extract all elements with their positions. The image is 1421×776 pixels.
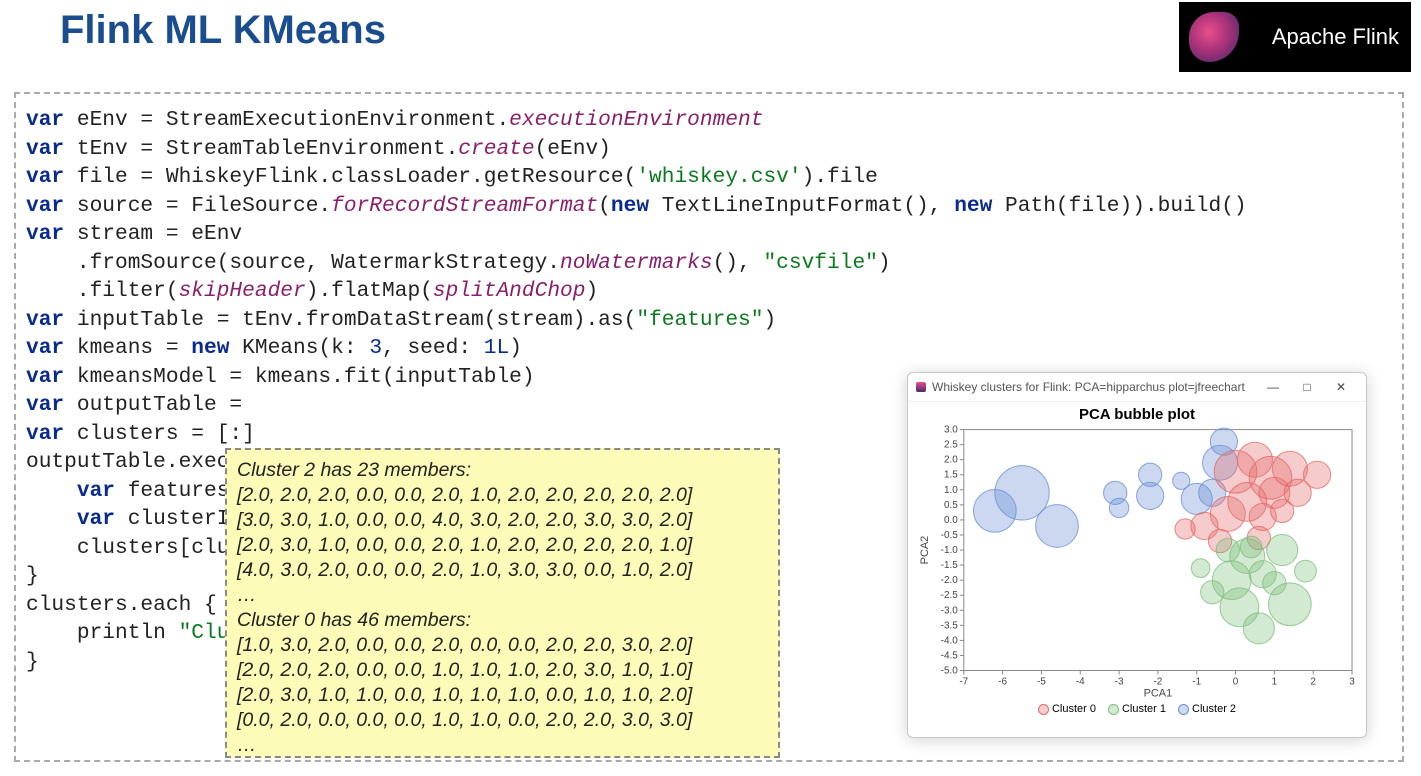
chart-title: PCA bubble plot	[908, 402, 1366, 423]
svg-text:-3.5: -3.5	[941, 620, 959, 631]
svg-text:-6: -6	[998, 676, 1007, 687]
flink-logo-label: Apache Flink	[1272, 24, 1399, 50]
svg-text:3: 3	[1349, 676, 1355, 687]
chart-titlebar: Whiskey clusters for Flink: PCA=hipparch…	[908, 373, 1366, 402]
svg-text:-4.5: -4.5	[941, 650, 959, 661]
svg-text:-7: -7	[959, 676, 968, 687]
svg-text:3.0: 3.0	[944, 425, 958, 436]
svg-text:PCA2: PCA2	[919, 536, 931, 565]
svg-text:-5: -5	[1037, 676, 1046, 687]
svg-text:0.0: 0.0	[944, 515, 958, 526]
svg-text:1.0: 1.0	[944, 485, 958, 496]
svg-text:-1: -1	[1192, 676, 1201, 687]
chart-window-title: Whiskey clusters for Flink: PCA=hipparch…	[932, 380, 1256, 394]
svg-text:2: 2	[1310, 676, 1316, 687]
window-maximize-button[interactable]: □	[1290, 380, 1324, 394]
svg-text:1: 1	[1272, 676, 1278, 687]
svg-text:-3.0: -3.0	[941, 605, 959, 616]
svg-text:PCA1: PCA1	[1144, 687, 1173, 699]
page-title: Flink ML KMeans	[60, 8, 386, 53]
svg-text:-1.5: -1.5	[941, 560, 959, 571]
flink-squirrel-icon	[1189, 12, 1239, 62]
svg-text:-2.0: -2.0	[941, 575, 959, 586]
chart-legend: Cluster 0Cluster 1Cluster 2	[908, 701, 1366, 715]
window-minimize-button[interactable]: —	[1256, 380, 1290, 394]
svg-text:0: 0	[1233, 676, 1239, 687]
svg-text:-4: -4	[1076, 676, 1085, 687]
svg-text:-5.0: -5.0	[941, 666, 959, 677]
svg-text:-1.0: -1.0	[941, 545, 959, 556]
svg-text:2.5: 2.5	[944, 440, 958, 451]
java-app-icon	[916, 382, 926, 392]
svg-text:2.0: 2.0	[944, 455, 958, 466]
svg-text:1.5: 1.5	[944, 470, 958, 481]
svg-text:-2.5: -2.5	[941, 590, 959, 601]
svg-text:-2: -2	[1153, 676, 1162, 687]
pca-bubble-plot: -7 -6 -5 -4 -3 -2 -1 0 1 2 3 -5.0 -4.5 -4.0 -3.5 -3.0 -2…	[916, 425, 1358, 701]
svg-text:0.5: 0.5	[944, 500, 958, 511]
cluster-output-tooltip: Cluster 2 has 23 members:[2.0, 2.0, 2.0,…	[225, 448, 780, 758]
chart-plot-area: -7 -6 -5 -4 -3 -2 -1 0 1 2 3 -5.0 -4.5 -4.0 -3.5 -3.0 -2…	[916, 425, 1358, 701]
window-close-button[interactable]: ✕	[1324, 380, 1358, 394]
svg-text:-0.5: -0.5	[941, 530, 959, 541]
apache-flink-logo: Apache Flink	[1179, 2, 1411, 72]
svg-text:-4.0: -4.0	[941, 635, 959, 646]
svg-text:-3: -3	[1115, 676, 1124, 687]
chart-window: Whiskey clusters for Flink: PCA=hipparch…	[907, 372, 1367, 738]
